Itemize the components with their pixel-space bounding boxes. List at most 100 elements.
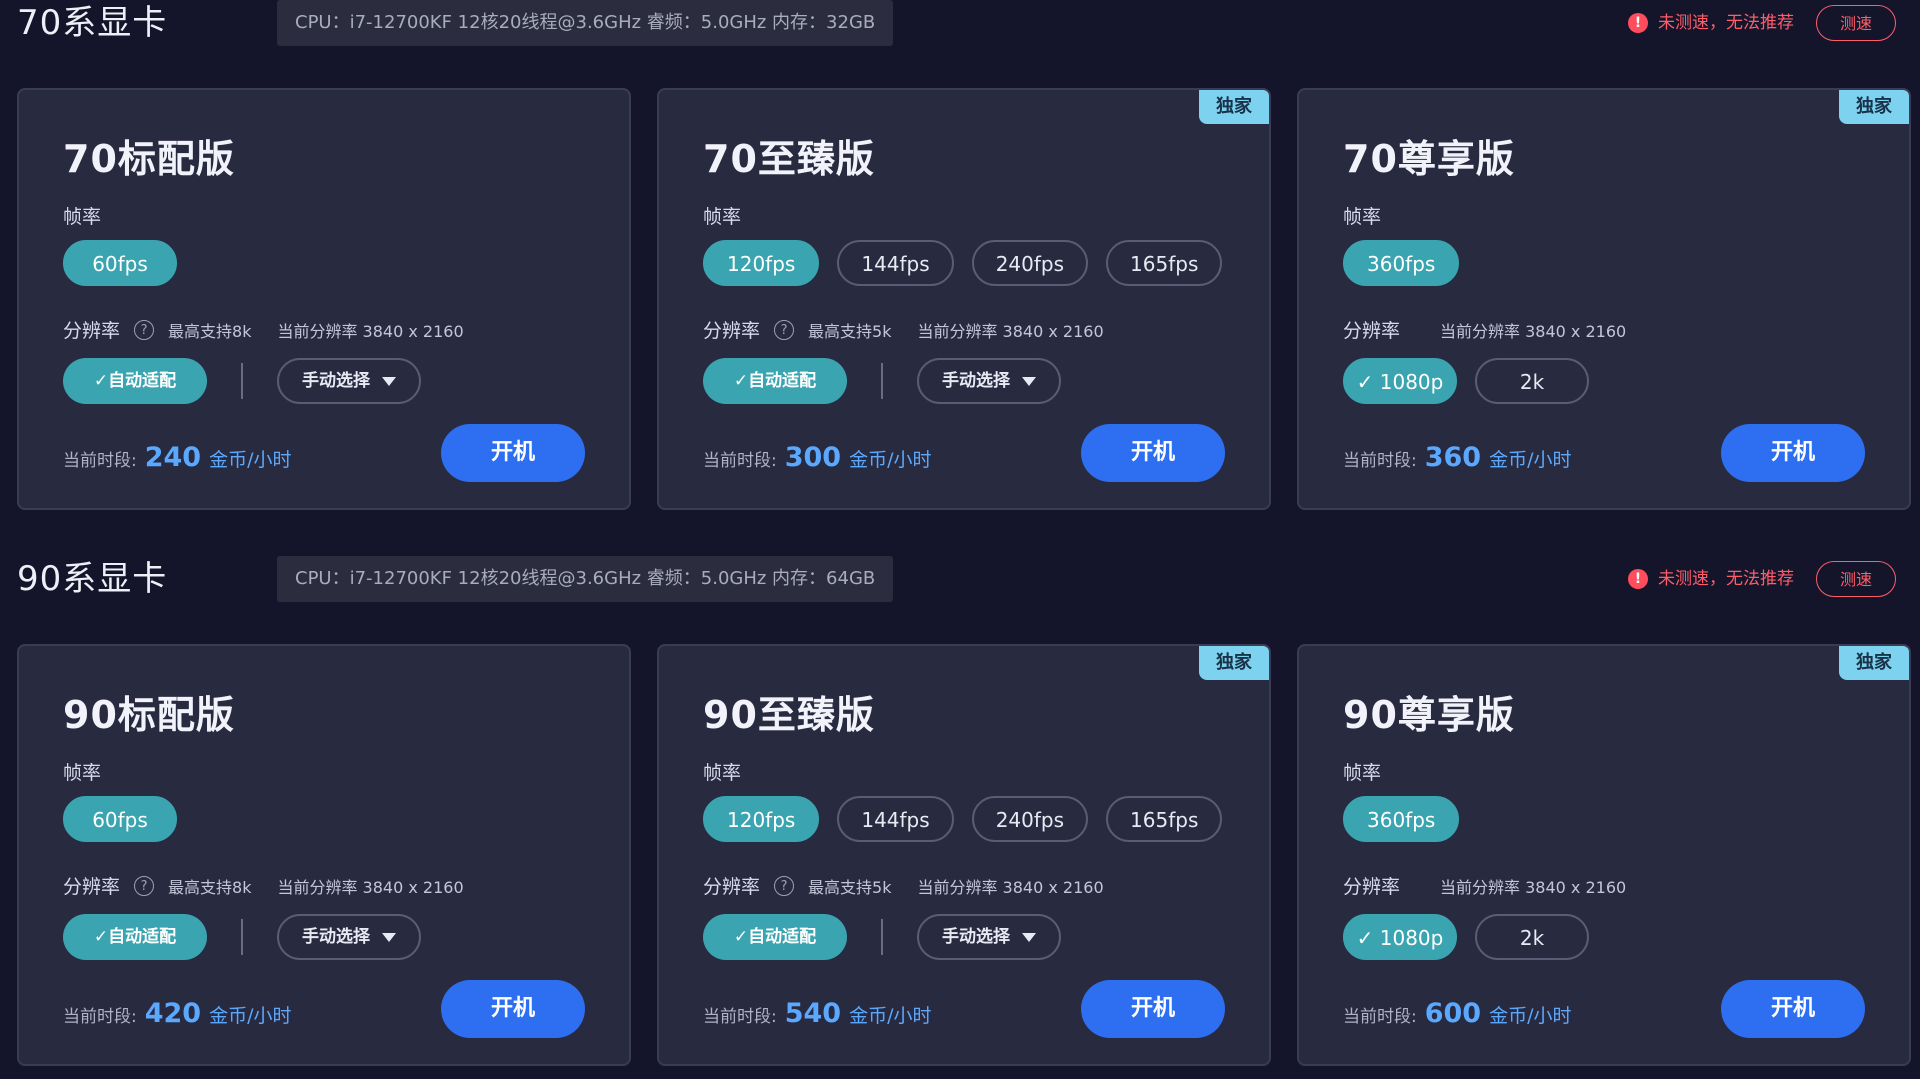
fps-options: 60fps [63,240,177,286]
max-support: 最高支持5k [808,321,892,341]
resolution-option[interactable]: 2k [1475,358,1589,404]
current-resolution: 当前分辨率 3840 x 2160 [1440,877,1627,897]
start-button[interactable]: 开机 [1721,980,1865,1038]
plan-card-premium: 独家 70至臻版 帧率 120fps 144fps 240fps 165fps … [657,88,1271,510]
fps-options: 360fps [1343,240,1460,286]
fps-label: 帧率 [703,206,742,228]
section-header: 90系显卡 CPU：i7-12700KF 12核20线程@3.6GHz 睿频：5… [0,556,1920,606]
warning-text: 未测速，无法推荐 [1658,13,1794,33]
caret-down-icon [1022,932,1036,942]
fps-label: 帧率 [63,762,102,784]
manual-select-dropdown[interactable]: 手动选择 [277,358,421,404]
help-icon[interactable]: ? [134,319,155,340]
resolution-label: 分辨率 [703,876,761,898]
start-button[interactable]: 开机 [441,980,585,1038]
caret-down-icon [382,932,396,942]
resolution-option[interactable]: ✓ 1080p [1343,358,1457,404]
manual-select-label: 手动选择 [942,371,1010,391]
price-value: 420 [144,998,202,1029]
exclusive-badge: 独家 [1839,646,1909,680]
manual-select-dropdown[interactable]: 手动选择 [277,914,421,960]
auto-adapt-button[interactable]: ✓自动适配 [63,914,207,960]
price-unit: 金币/小时 [1489,449,1572,471]
fps-option[interactable]: 60fps [63,796,177,842]
max-support: 最高支持8k [168,321,252,341]
divider [881,919,883,955]
price-value: 540 [784,998,842,1029]
plan-card-standard: 90标配版 帧率 60fps 分辨率 ? 最高支持8k 当前分辨率 3840 x… [17,644,631,1066]
fps-label: 帧率 [63,206,102,228]
fps-option[interactable]: 144fps [837,240,954,286]
max-support: 最高支持8k [168,877,252,897]
speed-test-button[interactable]: 测速 [1816,5,1896,41]
start-button[interactable]: 开机 [1721,424,1865,482]
auto-adapt-button[interactable]: ✓自动适配 [703,914,847,960]
fps-option[interactable]: 60fps [63,240,177,286]
price-value: 360 [1424,442,1482,473]
resolution-row: 分辨率 当前分辨率 3840 x 2160 [1343,316,1626,343]
help-icon[interactable]: ? [774,875,795,896]
auto-adapt-button[interactable]: ✓自动适配 [703,358,847,404]
resolution-label: 分辨率 [1343,320,1401,342]
manual-select-dropdown[interactable]: 手动选择 [917,358,1061,404]
start-button[interactable]: 开机 [441,424,585,482]
manual-select-label: 手动选择 [942,927,1010,947]
exclusive-badge: 独家 [1199,90,1269,124]
auto-adapt-button[interactable]: ✓自动适配 [63,358,207,404]
resolution-mode: ✓自动适配 手动选择 [63,358,421,404]
price-prefix: 当前时段: [703,451,777,471]
fps-option[interactable]: 360fps [1343,796,1460,842]
fps-label: 帧率 [703,762,742,784]
start-button[interactable]: 开机 [1081,980,1225,1038]
resolution-label: 分辨率 [703,320,761,342]
price-value: 240 [144,442,202,473]
current-resolution: 当前分辨率 3840 x 2160 [917,877,1104,897]
price-prefix: 当前时段: [1343,1007,1417,1027]
resolution-row: 分辨率 ? 最高支持8k 当前分辨率 3840 x 2160 [63,316,464,343]
fps-option[interactable]: 240fps [971,240,1089,286]
fps-option[interactable]: 360fps [1343,240,1460,286]
resolution-options: ✓ 1080p 2k [1343,914,1607,960]
fps-option[interactable]: 120fps [703,796,820,842]
exclusive-badge: 独家 [1839,90,1909,124]
speed-test-button[interactable]: 测速 [1816,561,1896,597]
fps-options: 360fps [1343,796,1460,842]
current-resolution: 当前分辨率 3840 x 2160 [277,877,464,897]
fps-option[interactable]: 165fps [1106,796,1223,842]
resolution-option[interactable]: 2k [1475,914,1589,960]
manual-select-label: 手动选择 [302,371,370,391]
current-resolution: 当前分辨率 3840 x 2160 [277,321,464,341]
manual-select-label: 手动选择 [302,927,370,947]
fps-label: 帧率 [1343,762,1382,784]
price-row: 当前时段: 540 金币/小时 [703,998,932,1029]
resolution-option[interactable]: ✓ 1080p [1343,914,1457,960]
help-icon[interactable]: ? [134,875,155,896]
fps-label: 帧率 [1343,206,1382,228]
price-row: 当前时段: 420 金币/小时 [63,998,292,1029]
cpu-info: CPU：i7-12700KF 12核20线程@3.6GHz 睿频：5.0GHz … [277,556,894,602]
resolution-row: 分辨率 当前分辨率 3840 x 2160 [1343,872,1626,899]
resolution-row: 分辨率 ? 最高支持5k 当前分辨率 3840 x 2160 [703,872,1104,899]
price-prefix: 当前时段: [63,1007,137,1027]
fps-option[interactable]: 120fps [703,240,820,286]
fps-option[interactable]: 165fps [1106,240,1223,286]
plan-title: 90尊享版 [1343,693,1515,737]
exclusive-badge: 独家 [1199,646,1269,680]
help-icon[interactable]: ? [774,319,795,340]
plan-card-standard: 70标配版 帧率 60fps 分辨率 ? 最高支持8k 当前分辨率 3840 x… [17,88,631,510]
fps-option[interactable]: 144fps [837,796,954,842]
price-unit: 金币/小时 [209,449,292,471]
price-prefix: 当前时段: [703,1007,777,1027]
manual-select-dropdown[interactable]: 手动选择 [917,914,1061,960]
section-header: 70系显卡 CPU：i7-12700KF 12核20线程@3.6GHz 睿频：5… [0,0,1920,50]
caret-down-icon [382,376,396,386]
plan-title: 70至臻版 [703,137,875,181]
resolution-mode: ✓自动适配 手动选择 [703,358,1061,404]
price-row: 当前时段: 240 金币/小时 [63,442,292,473]
price-unit: 金币/小时 [1489,1005,1572,1027]
fps-options: 120fps 144fps 240fps 165fps [703,240,1223,286]
plan-card-premium: 独家 90至臻版 帧率 120fps 144fps 240fps 165fps … [657,644,1271,1066]
start-button[interactable]: 开机 [1081,424,1225,482]
price-unit: 金币/小时 [209,1005,292,1027]
fps-option[interactable]: 240fps [971,796,1089,842]
